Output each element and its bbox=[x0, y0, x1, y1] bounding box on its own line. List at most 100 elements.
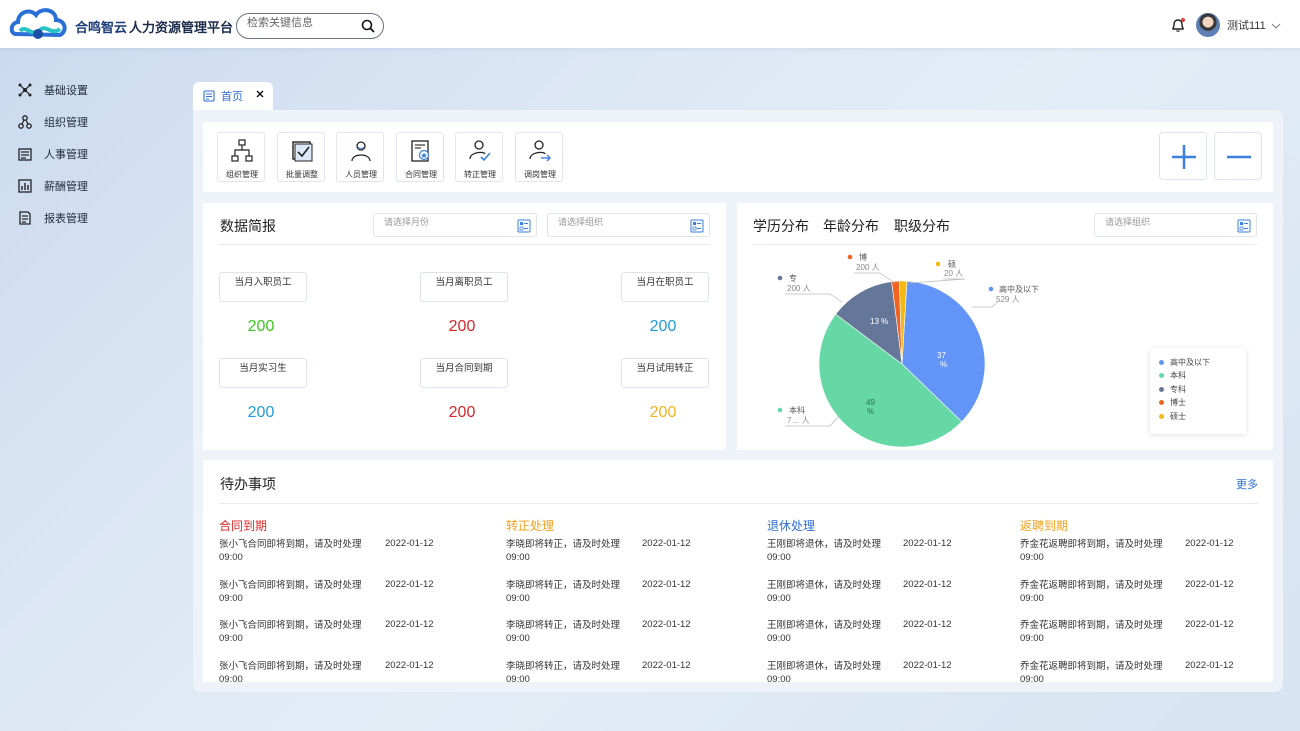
todo-item-text: 张小飞合同即将到期，请及时处理 bbox=[219, 539, 362, 550]
shortcut-person-transfer[interactable]: 调岗管理 bbox=[515, 132, 563, 182]
sidebar-item-personnel[interactable]: 人事管理 bbox=[18, 144, 88, 164]
leader-line bbox=[909, 278, 966, 284]
sidebar-item-reports[interactable]: 报表管理 bbox=[18, 208, 88, 228]
slice-label: 硕 bbox=[948, 260, 956, 269]
education-pie-chart: 37%49%13 %高中及以下529 人本科7… 人专200 人博200 人硕2… bbox=[777, 252, 1039, 448]
todo-item[interactable]: 乔金花返聘即将到期，请及时处理 09:00 bbox=[1020, 619, 1180, 645]
avatar[interactable] bbox=[1196, 13, 1220, 37]
legend-label: 专科 bbox=[1170, 384, 1186, 394]
todo-item-text: 王刚即将退休，请及时处理 bbox=[767, 660, 882, 672]
month-select[interactable]: 请选择月份 bbox=[373, 213, 537, 237]
stat-value: 200 bbox=[247, 318, 275, 335]
legend-item[interactable]: 博士 bbox=[1159, 398, 1186, 408]
legend-item[interactable]: 专科 bbox=[1159, 384, 1186, 394]
search-input[interactable] bbox=[247, 14, 357, 32]
shortcut-org-chart[interactable]: 组织管理 bbox=[217, 132, 265, 182]
tab-age[interactable]: 年龄分布 bbox=[823, 216, 879, 236]
todo-item-time: 09:00 bbox=[1020, 633, 1044, 644]
org-icon bbox=[18, 115, 32, 129]
legend-label: 博士 bbox=[1170, 398, 1186, 407]
todo-item-text: 李晓即将转正，请及时处理 bbox=[506, 620, 621, 631]
tab-rank[interactable]: 职级分布 bbox=[894, 216, 950, 236]
slice-label: 高中及以下 bbox=[999, 284, 1039, 294]
sidebar-item-org[interactable]: 组织管理 bbox=[18, 112, 88, 132]
close-icon[interactable] bbox=[254, 88, 266, 100]
todo-item-time: 09:00 bbox=[767, 592, 791, 604]
list-select-icon bbox=[1237, 219, 1251, 233]
slice-label: 本科 bbox=[789, 405, 805, 415]
remove-button[interactable] bbox=[1214, 132, 1262, 180]
org-select[interactable]: 请选择组织 bbox=[547, 213, 710, 237]
sidebar-item-basic-settings[interactable]: 基础设置 bbox=[18, 80, 88, 100]
todo-item-date: 2022-01-12 bbox=[903, 619, 952, 630]
todo-item-date: 2022-01-12 bbox=[642, 659, 691, 671]
todo-item[interactable]: 张小飞合同即将到期，请及时处理 09:00 bbox=[219, 538, 379, 564]
legend-dot bbox=[1159, 359, 1164, 365]
person-transfer-icon bbox=[529, 140, 551, 162]
salary-icon bbox=[18, 179, 32, 193]
legend-dot bbox=[1159, 373, 1164, 378]
todo-item[interactable]: 乔金花返聘即将到期，请及时处理 09:00 bbox=[1020, 538, 1180, 564]
search-box[interactable] bbox=[236, 13, 384, 39]
todo-item-date: 2022-01-12 bbox=[642, 538, 691, 549]
add-button[interactable] bbox=[1159, 132, 1207, 180]
stat-label: 当月在职员工 bbox=[621, 272, 709, 302]
legend-label: 高中及以下 bbox=[1170, 357, 1210, 367]
legend-item[interactable]: 硕士 bbox=[1159, 411, 1186, 421]
sidebar-item-salary[interactable]: 薪酬管理 bbox=[18, 176, 88, 196]
label-dot bbox=[988, 286, 994, 292]
todo-item-text: 乔金花返聘即将到期，请及时处理 bbox=[1020, 620, 1163, 631]
bell-icon[interactable] bbox=[1170, 17, 1186, 33]
shortcut-person[interactable]: 人员管理 bbox=[336, 132, 384, 182]
todo-item-time: 09:00 bbox=[767, 673, 791, 683]
person-icon bbox=[351, 141, 371, 162]
leader-line bbox=[854, 272, 896, 284]
slice-label: 博 bbox=[859, 252, 867, 262]
dist-org-placeholder: 请选择组织 bbox=[1105, 217, 1151, 227]
todo-item-text: 王刚即将退休，请及时处理 bbox=[767, 579, 882, 591]
label-dot bbox=[777, 407, 783, 413]
shortcut-person-check[interactable]: 转正管理 bbox=[455, 132, 503, 182]
todo-item[interactable]: 张小飞合同即将到期，请及时处理 09:00 bbox=[219, 619, 379, 645]
legend-dot bbox=[1159, 400, 1164, 405]
todo-item-time: 09:00 bbox=[1020, 552, 1044, 563]
label-dot bbox=[777, 275, 783, 281]
legend-item[interactable]: 本科 bbox=[1159, 371, 1186, 381]
stat-value: 200 bbox=[448, 404, 476, 421]
search-icon[interactable] bbox=[361, 19, 375, 33]
todo-item-time: 09:00 bbox=[219, 633, 243, 644]
person-check-icon bbox=[469, 140, 491, 162]
todo-item[interactable]: 乔金花返聘即将到期，请及时处理 09:00 bbox=[1020, 660, 1180, 683]
month-select-placeholder: 请选择月份 bbox=[384, 217, 430, 227]
todo-item-time: 09:00 bbox=[1020, 592, 1044, 604]
todo-item-time: 09:00 bbox=[1020, 673, 1044, 683]
dist-org-select[interactable]: 请选择组织 bbox=[1094, 213, 1257, 237]
chevron-down-icon[interactable] bbox=[1271, 22, 1281, 30]
tab-education[interactable]: 学历分布 bbox=[753, 216, 809, 236]
contract-icon bbox=[411, 140, 430, 162]
shortcut-label: 批量调整 bbox=[286, 170, 318, 179]
todo-item-time: 09:00 bbox=[506, 592, 530, 604]
document-icon bbox=[203, 90, 215, 102]
username[interactable]: 测试111 bbox=[1227, 17, 1266, 33]
slice-percent-label: % bbox=[867, 407, 874, 416]
todo-item-date: 2022-01-12 bbox=[903, 578, 952, 590]
todo-item[interactable]: 张小飞合同即将到期，请及时处理 09:00 bbox=[219, 579, 379, 605]
legend-label: 本科 bbox=[1170, 371, 1186, 380]
todo-item-date: 2022-01-12 bbox=[385, 538, 434, 549]
legend-label: 硕士 bbox=[1170, 411, 1186, 421]
todo-item-text: 李晓即将转正，请及时处理 bbox=[506, 579, 621, 591]
cloud-logo-icon bbox=[9, 8, 67, 39]
todo-item-text: 李晓即将转正，请及时处理 bbox=[506, 539, 621, 550]
todo-item-text: 张小飞合同即将到期，请及时处理 bbox=[219, 660, 362, 672]
shortcut-contract[interactable]: 合同管理 bbox=[396, 132, 444, 182]
brand-name: 合鸣智云 bbox=[75, 20, 128, 35]
todo-item[interactable]: 张小飞合同即将到期，请及时处理 09:00 bbox=[219, 660, 379, 683]
todo-item[interactable]: 乔金花返聘即将到期，请及时处理 09:00 bbox=[1020, 579, 1180, 605]
todo-item-date: 2022-01-12 bbox=[1185, 538, 1234, 549]
label-dot bbox=[847, 254, 853, 260]
shortcut-checkbox[interactable]: 批量调整 bbox=[277, 132, 325, 182]
checkbox-icon bbox=[292, 141, 313, 162]
product-name: 人力资源管理平台 bbox=[129, 20, 234, 35]
legend-item[interactable]: 高中及以下 bbox=[1159, 357, 1210, 367]
